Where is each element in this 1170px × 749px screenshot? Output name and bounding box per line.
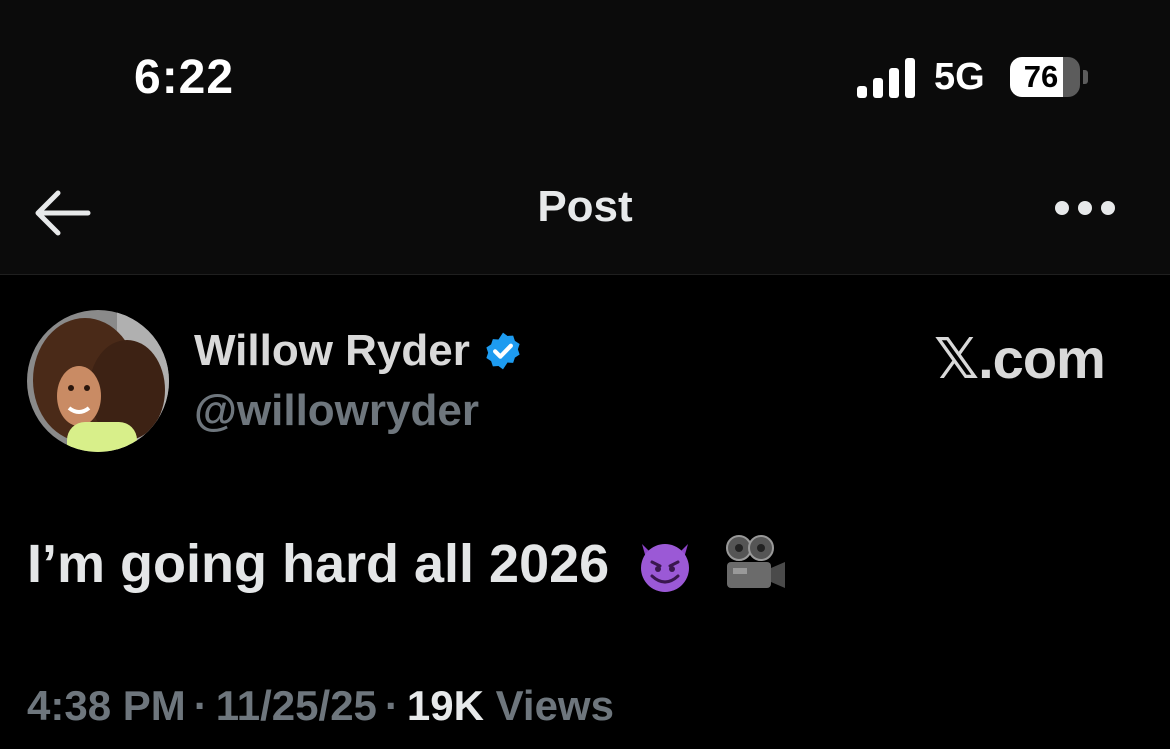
meta-separator: · (384, 682, 399, 729)
smiling-devil-emoji (641, 544, 690, 592)
battery-icon: 76 (1010, 57, 1088, 97)
author-name-row[interactable]: Willow Ryder (194, 326, 524, 378)
views-count[interactable]: 19K (407, 682, 484, 729)
movie-camera-emoji (726, 535, 786, 588)
watermark: 𝕏.com (934, 327, 1106, 390)
post-time[interactable]: 4:38 PM (27, 682, 186, 729)
views-label[interactable]: Views (496, 682, 614, 729)
page-title: Post (537, 182, 633, 231)
battery-percent: 76 (1023, 59, 1059, 94)
network-type: 5G (934, 56, 985, 98)
author-display-name[interactable]: Willow Ryder (194, 326, 470, 375)
post-text: I’m going hard all 2026 (27, 532, 787, 595)
more-horizontal-icon[interactable] (1054, 198, 1116, 218)
cellular-signal-icon (857, 58, 915, 98)
verified-badge-icon (486, 332, 520, 370)
author-handle[interactable]: @willowryder (194, 386, 479, 436)
status-bar: 6:22 5G 76 (0, 0, 1170, 150)
post-text-content: I’m going hard all 2026 (27, 534, 610, 594)
avatar[interactable] (27, 310, 169, 452)
post-date[interactable]: 11/25/25 (216, 682, 377, 729)
post-meta: 4:38 PM · 11/25/25 · 19K Views (27, 682, 614, 730)
status-time: 6:22 (134, 51, 235, 104)
post-header: Post (0, 150, 1170, 275)
meta-separator: · (193, 682, 208, 729)
